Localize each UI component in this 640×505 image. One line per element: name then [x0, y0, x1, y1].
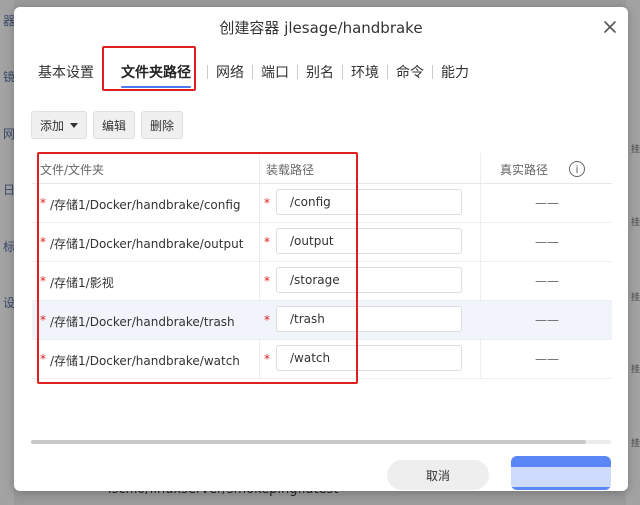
delete-button[interactable]: 删除: [141, 111, 184, 139]
real-path-value: ——: [535, 274, 559, 288]
real-path-value: ——: [535, 235, 559, 249]
add-button-label: 添加: [40, 118, 65, 133]
dialog-footer: 取消: [14, 451, 628, 491]
bg-label: 挂: [630, 439, 640, 449]
close-icon[interactable]: [600, 17, 620, 37]
annotation-highlight-table: [37, 152, 358, 384]
bg-label: 挂: [630, 293, 640, 303]
tab-command[interactable]: 命令: [388, 62, 432, 82]
tab-network[interactable]: 网络: [208, 62, 252, 82]
horizontal-scrollbar[interactable]: [31, 440, 611, 444]
tab-alias[interactable]: 别名: [298, 62, 342, 82]
background-right-column: 挂 挂 挂 挂 挂: [626, 0, 640, 505]
caret-down-icon: [70, 122, 79, 128]
dialog-title: 创建容器 jlesage/handbrake: [219, 19, 423, 37]
annotation-highlight-tab: [102, 46, 196, 91]
tab-ports[interactable]: 端口: [253, 62, 297, 82]
tab-bar: 基本设置 文件夹路径 网络 端口 别名 环境 命令 能力: [30, 57, 477, 88]
edit-button[interactable]: 编辑: [93, 111, 136, 139]
bg-label: 挂: [630, 145, 640, 155]
tab-capabilities[interactable]: 能力: [433, 62, 477, 82]
real-path-value: ——: [535, 352, 559, 366]
background-sidebar: 器 镜 网 日 标 设: [0, 0, 15, 505]
tab-environment[interactable]: 环境: [343, 62, 387, 82]
watermark: [510, 467, 622, 487]
real-path-value: ——: [535, 196, 559, 210]
header-real-path: 真实路径: [500, 163, 549, 177]
cancel-button[interactable]: 取消: [387, 460, 489, 490]
real-path-value: ——: [535, 313, 559, 327]
info-icon[interactable]: i: [569, 161, 585, 177]
toolbar: 添加 编辑 删除: [31, 111, 184, 139]
scrollbar-thumb[interactable]: [31, 440, 586, 444]
bg-label: 挂: [630, 365, 640, 375]
add-dropdown-button[interactable]: 添加: [31, 111, 88, 139]
bg-label: 挂: [630, 218, 640, 228]
tab-basic-settings[interactable]: 基本设置: [30, 62, 102, 82]
